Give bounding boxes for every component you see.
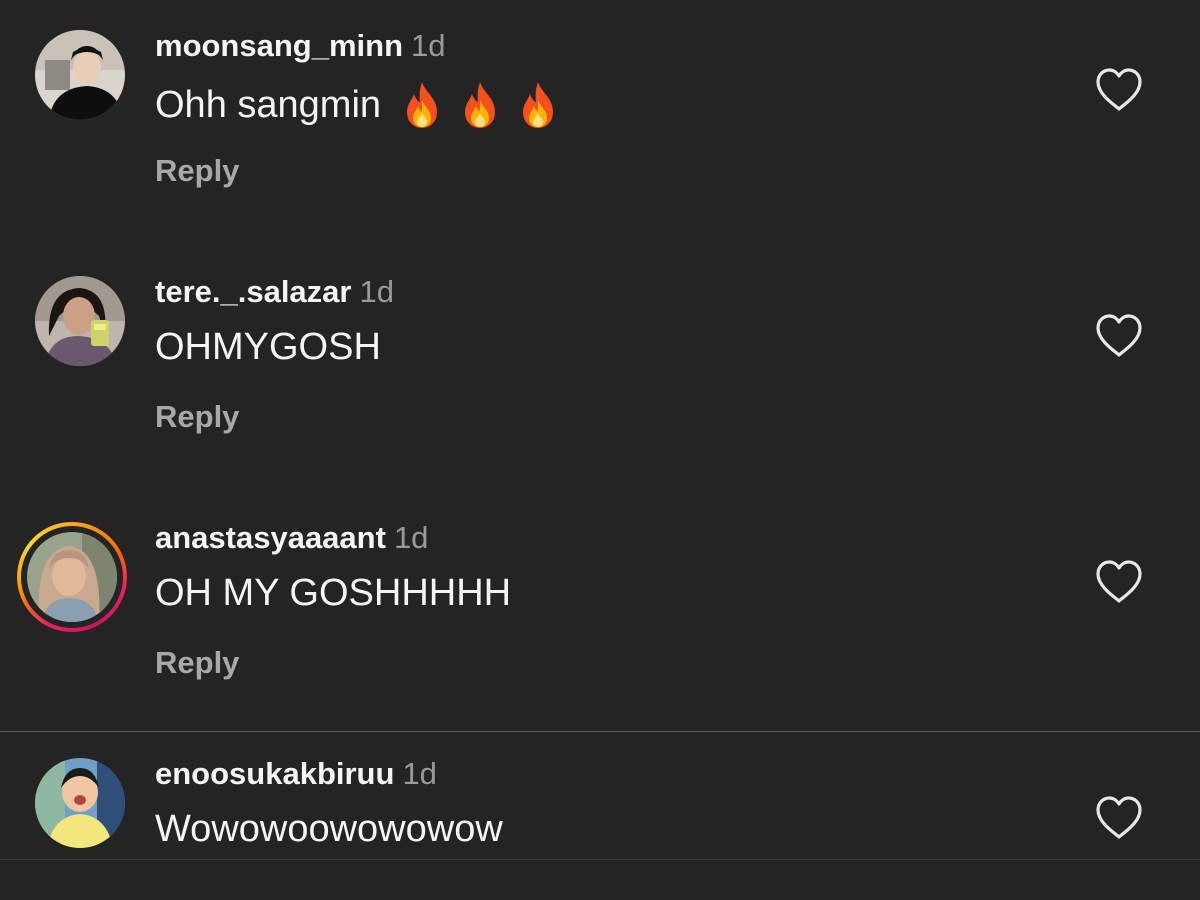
- comment-header: enoosukakbiruu 1d: [155, 756, 437, 792]
- comments-list: moonsang_minn 1d Ohh sangmin Reply tere.…: [0, 0, 1200, 900]
- fire-emoji-icon: [465, 82, 496, 128]
- comment-text-content: Wowowoowowowow: [155, 808, 503, 850]
- heart-outline-icon[interactable]: [1094, 559, 1144, 605]
- comment-text-content: OH MY GOSHHHHH: [155, 572, 512, 614]
- reply-button[interactable]: Reply: [155, 153, 239, 189]
- divider: [0, 731, 1200, 732]
- heart-outline-icon[interactable]: [1094, 67, 1144, 113]
- comment-text-content: Ohh sangmin: [155, 83, 382, 126]
- timestamp: 1d: [393, 520, 429, 555]
- heart-outline-icon[interactable]: [1094, 313, 1144, 359]
- comment-header: tere._.salazar 1d: [155, 274, 394, 310]
- reply-button[interactable]: Reply: [155, 645, 239, 681]
- timestamp: 1d: [411, 28, 446, 63]
- avatar[interactable]: [27, 532, 117, 622]
- comment-text-content: OHMYGOSH: [155, 326, 381, 368]
- avatar[interactable]: [35, 758, 125, 848]
- comment-text: OH MY GOSHHHHH: [155, 572, 511, 615]
- comment-text: Ohh sangmin: [155, 80, 561, 130]
- username-link[interactable]: enoosukakbiruu: [155, 756, 394, 791]
- timestamp: 1d: [402, 756, 437, 791]
- fire-emoji-icon: [407, 82, 438, 128]
- heart-outline-icon[interactable]: [1094, 795, 1144, 841]
- comment-header: anastasyaaaant 1d: [155, 520, 428, 556]
- username-link[interactable]: moonsang_minn: [155, 28, 403, 63]
- comment-header: moonsang_minn 1d: [155, 28, 446, 64]
- divider: [0, 859, 1200, 860]
- username-link[interactable]: anastasyaaaant: [155, 520, 386, 555]
- comment-text: Wowowoowowowow: [155, 808, 503, 851]
- avatar[interactable]: [35, 276, 125, 366]
- fire-emoji-icon: [523, 82, 554, 128]
- comment-text: OHMYGOSH: [155, 326, 381, 369]
- avatar[interactable]: [35, 30, 125, 120]
- timestamp: 1d: [359, 274, 394, 309]
- username-link[interactable]: tere._.salazar: [155, 274, 351, 309]
- reply-button[interactable]: Reply: [155, 399, 239, 435]
